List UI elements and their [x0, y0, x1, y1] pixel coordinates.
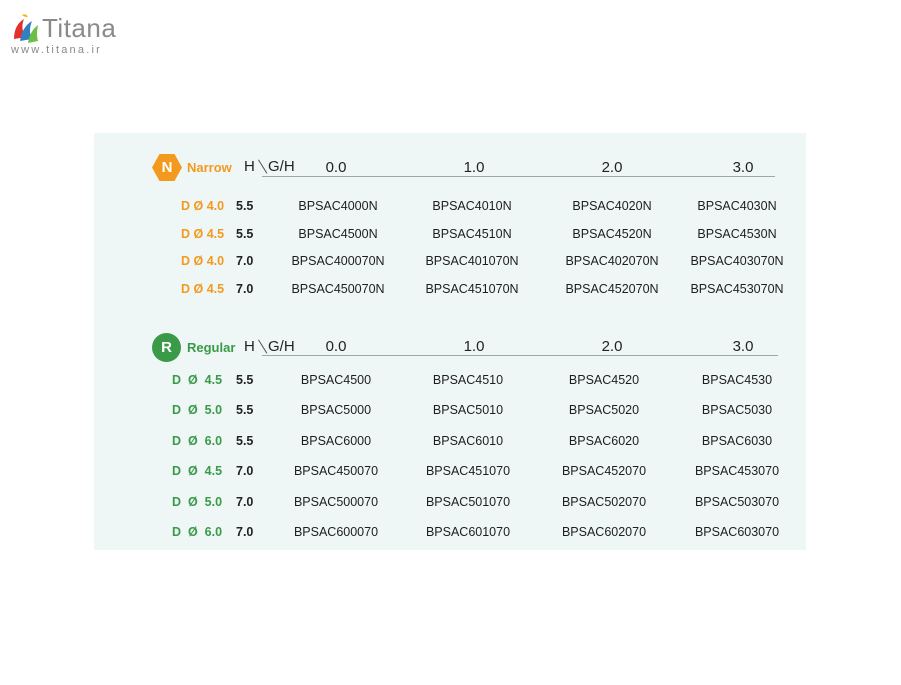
part-code: BPSAC4510N: [432, 227, 512, 241]
column-header: 3.0: [732, 159, 754, 176]
titana-logo[interactable]: Titana www.titana.ir: [10, 8, 125, 56]
column-header: 2.0: [601, 338, 623, 355]
part-code: BPSAC401070N: [425, 254, 519, 268]
narrow-label: Narrow: [187, 160, 232, 175]
part-code: BPSAC4030N: [697, 199, 777, 213]
logo-url: www.titana.ir: [11, 44, 102, 56]
height-value: 7.0: [236, 282, 254, 296]
diameter-label: D Ø 4.5: [181, 227, 225, 241]
regular-badge: R: [152, 333, 181, 362]
part-code: BPSAC4530: [701, 373, 773, 387]
part-code: BPSAC500070: [293, 495, 379, 509]
part-code: BPSAC403070N: [690, 254, 784, 268]
height-value: 7.0: [236, 495, 254, 509]
part-code: BPSAC5030: [701, 403, 773, 417]
part-code: BPSAC4520: [568, 373, 640, 387]
part-code: BPSAC4010N: [432, 199, 512, 213]
part-code: BPSAC451070: [425, 464, 511, 478]
column-header: 0.0: [325, 338, 347, 355]
height-value: 5.5: [236, 227, 254, 241]
diameter-label: D Ø 4.0: [181, 254, 225, 268]
titana-logo-mark-icon: [14, 14, 38, 43]
part-code: BPSAC4500: [300, 373, 372, 387]
header-underline: [262, 355, 778, 356]
part-code: BPSAC6000: [300, 434, 372, 448]
column-header: 0.0: [325, 159, 347, 176]
part-code: BPSAC5010: [432, 403, 504, 417]
column-header: 3.0: [732, 338, 754, 355]
height-value: 5.5: [236, 434, 254, 448]
diameter-label: D Ø 4.5: [172, 464, 223, 478]
header-gh: G/H: [268, 338, 295, 355]
part-code: BPSAC451070N: [425, 282, 519, 296]
header-h: H: [244, 158, 255, 175]
logo-name: Titana: [42, 13, 117, 43]
part-code: BPSAC600070: [293, 525, 379, 539]
part-code: BPSAC502070: [561, 495, 647, 509]
diameter-label: D Ø 5.0: [172, 495, 223, 509]
header-h: H: [244, 338, 255, 355]
part-code: BPSAC402070N: [565, 254, 659, 268]
column-header: 1.0: [463, 159, 485, 176]
part-code: BPSAC4020N: [572, 199, 652, 213]
part-code: BPSAC4500N: [298, 227, 378, 241]
part-code: BPSAC400070N: [291, 254, 385, 268]
height-value: 5.5: [236, 199, 254, 213]
header-underline: [262, 176, 775, 177]
part-code: BPSAC5020: [568, 403, 640, 417]
part-code: BPSAC601070: [425, 525, 511, 539]
diameter-label: D Ø 4.5: [181, 282, 225, 296]
part-code: BPSAC6010: [432, 434, 504, 448]
part-code: BPSAC5000: [300, 403, 372, 417]
part-code: BPSAC450070: [293, 464, 379, 478]
part-code: BPSAC450070N: [291, 282, 385, 296]
column-header: 2.0: [601, 159, 623, 176]
regular-label: Regular: [187, 340, 236, 355]
part-code: BPSAC4530N: [697, 227, 777, 241]
diameter-label: D Ø 5.0: [172, 403, 223, 417]
part-code: BPSAC452070: [561, 464, 647, 478]
part-code: BPSAC453070: [694, 464, 780, 478]
height-value: 7.0: [236, 254, 254, 268]
header-gh: G/H: [268, 158, 295, 175]
part-code: BPSAC6020: [568, 434, 640, 448]
part-code: BPSAC4520N: [572, 227, 652, 241]
height-value: 7.0: [236, 525, 254, 539]
diameter-label: D Ø 6.0: [172, 434, 223, 448]
part-code: BPSAC501070: [425, 495, 511, 509]
diameter-label: D Ø 6.0: [172, 525, 223, 539]
part-code: BPSAC603070: [694, 525, 780, 539]
height-value: 7.0: [236, 464, 254, 478]
diameter-label: D Ø 4.0: [181, 199, 225, 213]
part-code: BPSAC452070N: [565, 282, 659, 296]
part-code: BPSAC453070N: [690, 282, 784, 296]
part-code: BPSAC6030: [701, 434, 773, 448]
diameter-label: D Ø 4.5: [172, 373, 223, 387]
part-code: BPSAC4510: [432, 373, 504, 387]
column-header: 1.0: [463, 338, 485, 355]
part-code: BPSAC503070: [694, 495, 780, 509]
part-code: BPSAC602070: [561, 525, 647, 539]
height-value: 5.5: [236, 373, 254, 387]
part-code: BPSAC4000N: [298, 199, 378, 213]
height-value: 5.5: [236, 403, 254, 417]
